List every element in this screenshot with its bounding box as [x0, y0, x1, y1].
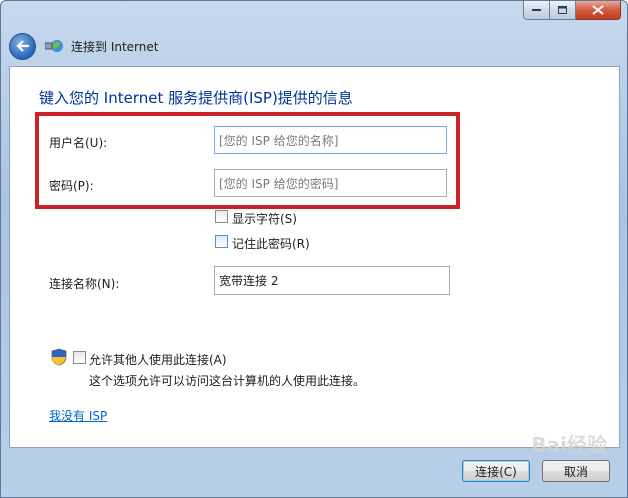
- password-label: 密码(P):: [49, 179, 94, 193]
- network-connection-icon: [44, 37, 65, 55]
- password-placeholder: [您的 ISP 给您的密码]: [219, 177, 339, 191]
- remember-password-label: 记住此密码(R): [232, 237, 310, 251]
- close-icon: [592, 5, 604, 15]
- maximize-button[interactable]: [550, 1, 576, 20]
- connect-button-label: 连接(C): [475, 464, 517, 479]
- connect-button[interactable]: 连接(C): [462, 460, 530, 482]
- uac-shield-icon: [51, 348, 67, 366]
- connection-name-input[interactable]: 宽带连接 2: [214, 266, 450, 295]
- dialog-window: 连接到 Internet 键入您的 Internet 服务提供商(ISP)提供的…: [0, 0, 628, 498]
- username-placeholder: [您的 ISP 给您的名称]: [219, 134, 339, 148]
- window-title: 连接到 Internet: [71, 39, 159, 54]
- close-button[interactable]: [576, 1, 621, 20]
- nav-bar: 连接到 Internet: [9, 31, 158, 61]
- username-label: 用户名(U):: [49, 136, 108, 150]
- cancel-button[interactable]: 取消: [542, 460, 610, 482]
- remember-password-checkbox[interactable]: [215, 235, 228, 248]
- password-input[interactable]: [您的 ISP 给您的密码]: [214, 169, 447, 197]
- page-heading: 键入您的 Internet 服务提供商(ISP)提供的信息: [39, 89, 353, 107]
- no-isp-link[interactable]: 我没有 ISP: [49, 407, 107, 424]
- cancel-button-label: 取消: [563, 464, 588, 479]
- allow-others-hint: 这个选项允许可以访问这台计算机的人使用此连接。: [89, 374, 366, 388]
- back-button[interactable]: [9, 32, 36, 60]
- allow-others-checkbox[interactable]: [73, 351, 86, 364]
- allow-others-label: 允许其他人使用此连接(A): [89, 353, 227, 367]
- minimize-icon: [531, 9, 541, 11]
- maximize-icon: [557, 5, 567, 14]
- minimize-button[interactable]: [523, 1, 550, 20]
- show-chars-checkbox[interactable]: [215, 210, 228, 223]
- show-chars-label: 显示字符(S): [232, 212, 297, 226]
- back-arrow-icon: [15, 40, 29, 52]
- username-input[interactable]: [您的 ISP 给您的名称]: [214, 126, 447, 154]
- caption-buttons: [523, 1, 621, 20]
- connection-name-label: 连接名称(N):: [49, 277, 120, 291]
- connection-name-value: 宽带连接 2: [219, 274, 279, 288]
- watermark: Bai经验: [531, 433, 607, 457]
